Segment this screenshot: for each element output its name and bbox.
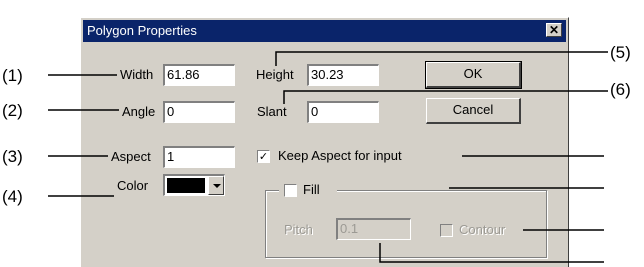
fill-checkbox[interactable] (284, 184, 297, 197)
chevron-down-icon[interactable] (208, 176, 224, 195)
callout-5: (5) (610, 43, 631, 62)
height-field[interactable]: 30.23 (307, 64, 379, 86)
contour-checkbox[interactable] (440, 224, 453, 237)
pitch-label: Pitch (284, 222, 313, 237)
color-swatch (167, 178, 205, 193)
callout-2: (2) (2, 101, 23, 120)
color-select[interactable] (163, 174, 225, 196)
fill-label[interactable]: Fill (303, 181, 320, 199)
width-label: Width (120, 67, 154, 82)
polygon-properties-dialog: Polygon Properties ✕ Width 61.86 Height … (80, 17, 569, 267)
keep-aspect-checkbox[interactable]: ✓ (257, 150, 270, 163)
dialog-title: Polygon Properties (87, 23, 197, 38)
close-icon[interactable]: ✕ (546, 23, 562, 37)
pitch-field[interactable]: 0.1 (336, 218, 411, 240)
callout-3: (3) (2, 147, 23, 166)
annotated-screenshot: (1) (2) (3) (4) (5) (6) Polygon Properti… (0, 0, 644, 267)
keep-aspect-label[interactable]: Keep Aspect for input (278, 147, 402, 165)
ok-button[interactable]: OK (425, 61, 522, 89)
callout-1: (1) (2, 66, 23, 85)
aspect-label: Aspect (111, 149, 151, 164)
angle-field[interactable]: 0 (163, 101, 235, 123)
width-field[interactable]: 61.86 (163, 64, 235, 86)
title-bar[interactable]: Polygon Properties ✕ (83, 20, 566, 42)
callout-6: (6) (610, 80, 631, 99)
height-label: Height (256, 67, 294, 82)
callout-4: (4) (2, 187, 23, 206)
color-label: Color (117, 178, 149, 193)
cancel-button[interactable]: Cancel (426, 98, 521, 124)
aspect-field[interactable]: 1 (163, 146, 235, 168)
angle-label: Angle (122, 104, 156, 119)
slant-label: Slant (257, 104, 287, 119)
slant-field[interactable]: 0 (307, 101, 379, 123)
contour-label[interactable]: Contour (459, 221, 505, 239)
